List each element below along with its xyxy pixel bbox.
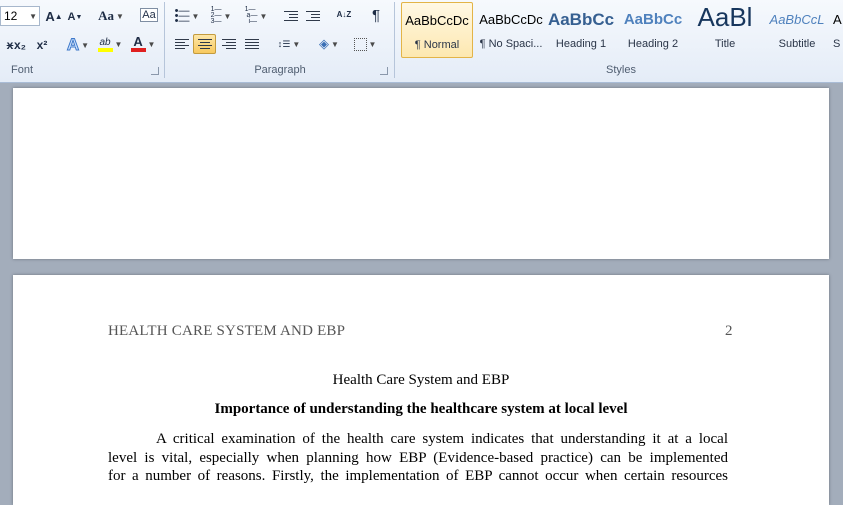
styles-gallery: AaBbCcDc ¶ Normal AaBbCcDc ¶ No Spaci...…: [399, 2, 843, 62]
shrink-font-button[interactable]: A ▼: [66, 7, 84, 27]
ribbon: 12 ▼ A ▲ A ▼ Aa ▼ Aa x x₂ x² A ▼ ab ▼ A ▼ Fo…: [0, 0, 843, 83]
body-paragraph: A critical examination of the health car…: [108, 430, 728, 486]
paragraph-line: level is vital, especially when planning…: [108, 449, 728, 466]
paragraph-group-label: Paragraph: [254, 64, 306, 76]
style-more-partial[interactable]: A S: [833, 2, 843, 58]
style-sample: AaBbCc: [547, 10, 615, 29]
line-spacing-icon: ↕☰: [277, 38, 291, 49]
shading-bucket-icon: ◈: [319, 36, 330, 51]
style-name: Title: [714, 38, 736, 50]
sort-button[interactable]: A↓Z: [333, 5, 355, 25]
highlight-color-swatch: [97, 47, 113, 52]
numbering-button[interactable]: 1— 2— 3— ▼: [205, 6, 237, 26]
font-size-box[interactable]: 12 ▼: [0, 6, 40, 26]
styles-group-label: Styles: [606, 64, 636, 76]
font-color-dropdown-icon: ▼: [147, 39, 156, 49]
subscript-button[interactable]: x₂: [10, 35, 30, 55]
highlight-dropdown-icon: ▼: [114, 39, 123, 49]
group-divider: [394, 2, 395, 78]
align-center-button[interactable]: [193, 34, 216, 54]
numbering-dropdown-icon: ▼: [223, 11, 232, 21]
style-name: S: [833, 38, 841, 50]
highlight-button[interactable]: ab ▼: [96, 34, 124, 54]
numbering-icon: 1— 2— 3—: [210, 6, 222, 25]
change-case-button[interactable]: Aa ▼: [96, 6, 126, 26]
style-no-spacing[interactable]: AaBbCcDc ¶ No Spaci...: [475, 2, 547, 58]
text-effects-dropdown-icon: ▼: [81, 40, 90, 50]
style-sample: AaBbCc: [623, 11, 683, 28]
borders-dropdown-icon: ▼: [368, 39, 377, 49]
align-left-button[interactable]: [172, 34, 192, 54]
show-formatting-button[interactable]: ¶: [366, 5, 386, 25]
multilevel-dropdown-icon: ▼: [259, 11, 268, 21]
clear-formatting-button[interactable]: Aa: [138, 5, 160, 25]
font-dialog-launcher-icon[interactable]: [151, 67, 159, 75]
align-right-button[interactable]: [219, 34, 239, 54]
style-heading-2[interactable]: AaBbCc Heading 2: [617, 2, 689, 58]
font-size-dropdown-icon[interactable]: ▼: [29, 12, 37, 21]
document-page-2[interactable]: HEALTH CARE SYSTEM AND EBP 2 Health Care…: [13, 275, 829, 505]
style-name: Heading 1: [555, 38, 607, 50]
page-number: 2: [725, 323, 733, 339]
font-size-value: 12: [4, 9, 18, 23]
justify-button[interactable]: [242, 34, 262, 54]
paragraph-line: A critical examination of the health car…: [156, 431, 728, 447]
align-left-icon: [175, 38, 189, 50]
borders-icon: [353, 37, 367, 51]
style-title[interactable]: AaBl Title: [689, 2, 761, 58]
multilevel-list-icon: 1— a— i—: [244, 6, 258, 25]
running-head: HEALTH CARE SYSTEM AND EBP: [108, 323, 346, 339]
align-center-icon: [197, 38, 212, 50]
superscript-button[interactable]: x²: [32, 35, 52, 55]
font-color-swatch: [130, 48, 146, 52]
style-sample: AaBbCcDc: [405, 13, 469, 28]
text-effects-button[interactable]: A ▼: [64, 35, 92, 55]
style-name: ¶ No Spaci...: [479, 38, 543, 50]
bullets-dropdown-icon: ▼: [191, 11, 200, 21]
grow-font-button[interactable]: A ▲: [44, 6, 64, 26]
style-normal[interactable]: AaBbCcDc ¶ Normal: [401, 2, 473, 58]
line-spacing-button[interactable]: ↕☰ ▼: [274, 34, 304, 54]
style-sample: AaBbCcL: [769, 12, 825, 27]
style-sample: A: [833, 12, 842, 27]
increase-indent-icon: [306, 10, 320, 22]
line-spacing-dropdown-icon: ▼: [292, 39, 301, 49]
font-group-label: Font: [10, 64, 33, 76]
borders-button[interactable]: ▼: [350, 34, 380, 54]
style-sample: AaBl: [697, 2, 753, 32]
style-heading-1[interactable]: AaBbCc Heading 1: [545, 2, 617, 58]
bullets-button[interactable]: •— •— •— ▼: [172, 4, 202, 27]
decrease-indent-button[interactable]: [281, 6, 301, 26]
style-name: Subtitle: [778, 38, 816, 50]
bullets-icon: •— •— •—: [174, 4, 190, 27]
document-heading: Importance of understanding the healthca…: [214, 401, 628, 417]
font-color-button[interactable]: A ▼: [128, 34, 158, 54]
document-title: Health Care System and EBP: [332, 372, 510, 388]
multilevel-list-button[interactable]: 1— a— i— ▼: [240, 6, 272, 26]
shading-dropdown-icon: ▼: [331, 39, 339, 49]
shrink-font-icon: ▼: [75, 13, 83, 21]
paragraph-line: for a number of reasons. Firstly, the im…: [108, 468, 728, 484]
style-name: Heading 2: [627, 38, 679, 50]
justify-icon: [245, 38, 259, 50]
decrease-indent-icon: [284, 10, 298, 22]
align-right-icon: [222, 38, 236, 50]
paragraph-dialog-launcher-icon[interactable]: [380, 67, 388, 75]
style-subtitle[interactable]: AaBbCcL Subtitle: [761, 2, 833, 58]
grow-font-icon: ▲: [54, 11, 63, 21]
document-page-1[interactable]: [13, 88, 829, 259]
increase-indent-button[interactable]: [303, 6, 323, 26]
style-sample: AaBbCcDc: [479, 12, 543, 27]
change-case-dropdown-icon: ▼: [115, 11, 124, 21]
style-name: ¶ Normal: [414, 39, 460, 51]
shading-button[interactable]: ◈ ▼: [314, 34, 344, 54]
